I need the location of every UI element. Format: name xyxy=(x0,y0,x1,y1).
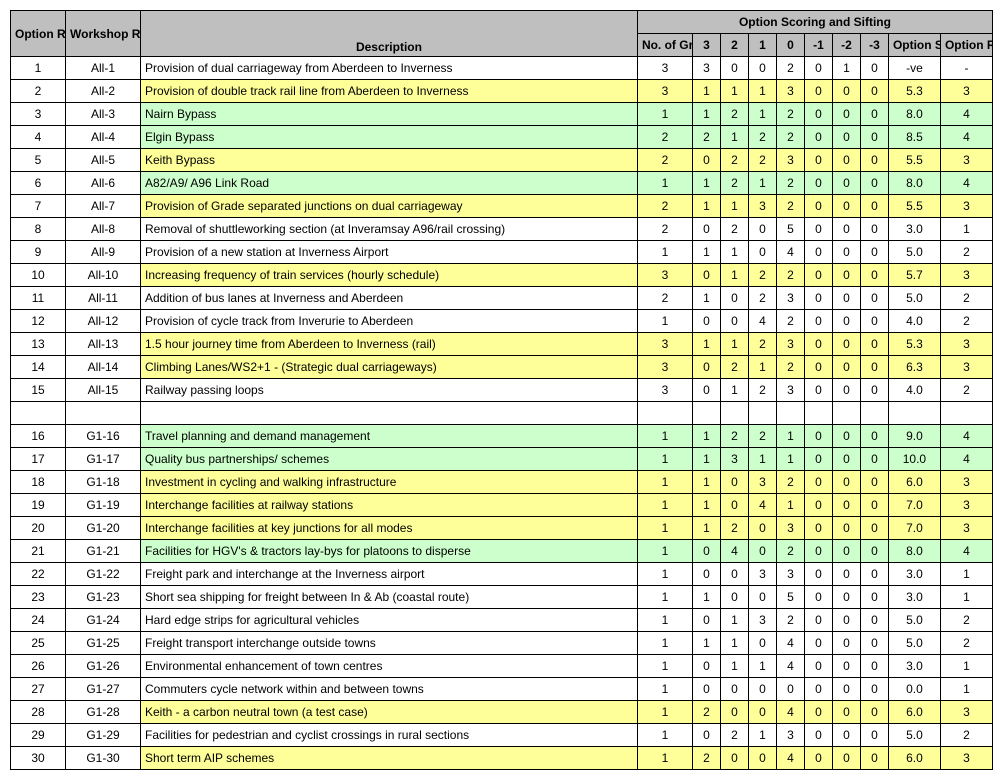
col-option-ref: Option Ref. xyxy=(11,11,66,57)
table-row: 12All-12Provision of cycle track from In… xyxy=(11,310,993,333)
table-row: 17G1-17Quality bus partnerships/ schemes… xyxy=(11,448,993,471)
col-description: Description xyxy=(141,11,638,57)
table-row: 16G1-16Travel planning and demand manage… xyxy=(11,425,993,448)
table-row: 29G1-29Facilities for pedestrian and cyc… xyxy=(11,724,993,747)
table-row: 6All-6A82/A9/ A96 Link Road112120008.04 xyxy=(11,172,993,195)
table-row: 4All-4Elgin Bypass221220008.54 xyxy=(11,126,993,149)
table-row: 23G1-23Short sea shipping for freight be… xyxy=(11,586,993,609)
table-row: 14All-14Climbing Lanes/WS2+1 - (Strategi… xyxy=(11,356,993,379)
table-row: 18G1-18Investment in cycling and walking… xyxy=(11,471,993,494)
table-row: 9All-9Provision of a new station at Inve… xyxy=(11,241,993,264)
table-row: 21G1-21Facilities for HGV's & tractors l… xyxy=(11,540,993,563)
options-table: Option Ref. Workshop Ref. Description Op… xyxy=(10,10,993,770)
table-row: 30G1-30Short term AIP schemes120040006.0… xyxy=(11,747,993,770)
col-option-score: Option Score xyxy=(888,34,940,57)
table-row: 1All-1Provision of dual carriageway from… xyxy=(11,57,993,80)
table-row: 28G1-28Keith - a carbon neutral town (a … xyxy=(11,701,993,724)
separator-row xyxy=(11,402,993,425)
col-sm2: -2 xyxy=(832,34,860,57)
col-workshop-ref: Workshop Ref. xyxy=(66,11,141,57)
table-row: 26G1-26Environmental enhancement of town… xyxy=(11,655,993,678)
table-row: 7All-7Provision of Grade separated junct… xyxy=(11,195,993,218)
table-row: 25G1-25Freight transport interchange out… xyxy=(11,632,993,655)
table-row: 10All-10Increasing frequency of train se… xyxy=(11,264,993,287)
table-row: 13All-131.5 hour journey time from Aberd… xyxy=(11,333,993,356)
col-no-groups: No. of Groups xyxy=(637,34,692,57)
col-s0: 0 xyxy=(776,34,804,57)
table-row: 27G1-27Commuters cycle network within an… xyxy=(11,678,993,701)
table-row: 22G1-22Freight park and interchange at t… xyxy=(11,563,993,586)
col-scoring-sifting: Option Scoring and Sifting xyxy=(637,11,992,34)
col-sm3: -3 xyxy=(860,34,888,57)
table-row: 19G1-19Interchange facilities at railway… xyxy=(11,494,993,517)
table-row: 15All-15Railway passing loops301230004.0… xyxy=(11,379,993,402)
col-s1: 1 xyxy=(748,34,776,57)
col-sm1: -1 xyxy=(804,34,832,57)
table-row: 11All-11Addition of bus lanes at Inverne… xyxy=(11,287,993,310)
table-row: 2All-2Provision of double track rail lin… xyxy=(11,80,993,103)
col-s3: 3 xyxy=(692,34,720,57)
table-row: 8All-8Removal of shuttleworking section … xyxy=(11,218,993,241)
col-s2: 2 xyxy=(720,34,748,57)
table-row: 20G1-20Interchange facilities at key jun… xyxy=(11,517,993,540)
table-row: 5All-5Keith Bypass202230005.53 xyxy=(11,149,993,172)
table-row: 24G1-24Hard edge strips for agricultural… xyxy=(11,609,993,632)
col-option-rating: Option Rating xyxy=(940,34,992,57)
table-row: 3All-3Nairn Bypass112120008.04 xyxy=(11,103,993,126)
